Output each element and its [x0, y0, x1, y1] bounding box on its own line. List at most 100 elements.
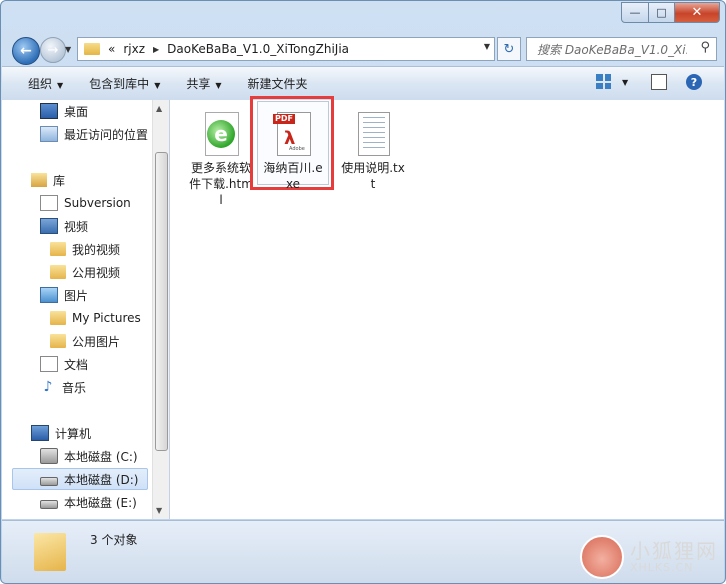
- search-input[interactable]: 搜索 DaoKeBaBa_V1.0_Xi...: [537, 41, 687, 58]
- preview-pane-icon[interactable]: [651, 74, 667, 90]
- desktop-icon: [40, 103, 58, 119]
- folder-icon: [34, 533, 66, 571]
- chevron-down-icon: ▼: [154, 81, 161, 90]
- nav-scrollbar[interactable]: ▲ ▼: [152, 100, 169, 519]
- folder-icon: [50, 334, 66, 348]
- search-box[interactable]: 搜索 DaoKeBaBa_V1.0_Xi... ⚲: [526, 37, 717, 61]
- file-item-exe[interactable]: PDF λ Adobe 海纳百川.exe: [260, 106, 326, 192]
- nav-item-libraries[interactable]: 库: [31, 169, 65, 191]
- navigation-bar: ← → ▼ « rjxz ▶ DaoKeBaBa_V1.0_XiTongZhiJ…: [1, 25, 725, 65]
- breadcrumb-overflow[interactable]: «: [108, 42, 115, 56]
- breadcrumb-rjxz[interactable]: rjxz: [123, 42, 145, 56]
- minimize-button[interactable]: —: [621, 2, 649, 23]
- nav-label: 我的视频: [72, 242, 121, 257]
- chevron-down-icon: ▼: [57, 81, 64, 90]
- forward-button[interactable]: →: [40, 37, 66, 63]
- back-button[interactable]: ←: [12, 37, 40, 65]
- file-name: 更多系统软件下载.html: [189, 161, 253, 207]
- ie-html-icon: e: [203, 112, 239, 156]
- command-bar: 组织 ▼ 包含到库中 ▼ 共享 ▼ 新建文件夹 ▼ ?: [2, 66, 724, 101]
- nav-label: 桌面: [64, 104, 89, 119]
- scroll-up-icon[interactable]: ▲: [156, 104, 162, 113]
- chevron-right-icon[interactable]: ▶: [153, 45, 159, 54]
- pdf-icon: PDF λ Adobe: [273, 112, 311, 156]
- view-options-icon[interactable]: [596, 74, 611, 89]
- folder-icon: [50, 265, 66, 279]
- nav-label: 图片: [64, 288, 89, 303]
- nav-label: 音乐: [62, 380, 87, 395]
- share-menu[interactable]: 共享 ▼: [186, 75, 221, 92]
- watermark-text: 小狐狸网: [630, 539, 718, 563]
- arrow-right-icon: →: [47, 42, 59, 58]
- nav-label: 库: [53, 173, 66, 188]
- nav-item-drive-c[interactable]: 本地磁盘 (C:): [40, 445, 138, 467]
- new-folder-button[interactable]: 新建文件夹: [248, 75, 308, 92]
- file-item-txt[interactable]: 使用说明.txt: [340, 106, 406, 192]
- nav-item-public-videos[interactable]: 公用视频: [50, 261, 120, 283]
- search-icon[interactable]: ⚲: [700, 40, 710, 55]
- nav-item-videos[interactable]: 视频: [40, 215, 88, 237]
- nav-item-subversion[interactable]: Subversion: [40, 192, 131, 214]
- nav-item-music[interactable]: ♪ 音乐: [40, 376, 86, 398]
- nav-label: 本地磁盘 (C:): [64, 449, 138, 464]
- nav-label: Subversion: [64, 196, 131, 210]
- scroll-down-icon[interactable]: ▼: [156, 506, 162, 515]
- maximize-button[interactable]: □: [649, 2, 675, 23]
- view-dropdown-icon[interactable]: ▼: [622, 78, 628, 87]
- nav-item-drive-d[interactable]: 本地磁盘 (D:): [12, 468, 148, 490]
- file-name: 使用说明.txt: [341, 161, 405, 191]
- breadcrumb-current-folder[interactable]: DaoKeBaBa_V1.0_XiTongZhiJia: [167, 42, 349, 56]
- hard-drive-icon: [40, 499, 58, 509]
- history-dropdown-icon[interactable]: ▼: [65, 45, 71, 54]
- close-button[interactable]: ✕: [675, 2, 720, 23]
- recent-places-icon: [40, 126, 58, 142]
- document-library-icon: [40, 356, 58, 372]
- folder-icon: [84, 43, 100, 55]
- fox-logo-icon: [580, 535, 624, 579]
- nav-item-pictures[interactable]: 图片: [40, 284, 88, 306]
- file-item-html[interactable]: e 更多系统软件下载.html: [188, 106, 254, 208]
- organize-menu[interactable]: 组织 ▼: [28, 75, 63, 92]
- file-name: 海纳百川.exe: [263, 161, 323, 191]
- nav-item-recent[interactable]: 最近访问的位置: [40, 123, 148, 145]
- library-icon: [31, 173, 47, 187]
- caption-buttons: — □ ✕: [621, 2, 720, 23]
- help-icon[interactable]: ?: [686, 74, 702, 90]
- nav-item-drive-e[interactable]: 本地磁盘 (E:): [40, 491, 137, 513]
- nav-item-public-pictures[interactable]: 公用图片: [50, 330, 120, 352]
- explorer-window: — □ ✕ ← → ▼ « rjxz ▶ DaoKeBaBa_V1.0_XiTo…: [0, 0, 726, 584]
- watermark-url: XHLKS.CN: [630, 561, 694, 574]
- music-note-icon: ♪: [43, 379, 53, 395]
- nav-item-my-videos[interactable]: 我的视频: [50, 238, 120, 260]
- refresh-icon: ↻: [503, 41, 515, 57]
- nav-label: 最近访问的位置: [64, 127, 149, 142]
- chevron-down-icon: ▼: [215, 81, 222, 90]
- text-file-icon: [355, 112, 391, 156]
- nav-label: 公用图片: [72, 334, 121, 349]
- scrollbar-thumb[interactable]: [155, 152, 168, 451]
- nav-item-computer[interactable]: 计算机: [31, 422, 91, 444]
- nav-item-my-pictures[interactable]: My Pictures: [50, 307, 141, 329]
- include-library-menu[interactable]: 包含到库中 ▼: [89, 75, 160, 92]
- system-drive-icon: [40, 448, 58, 464]
- folder-icon: [50, 311, 66, 325]
- address-dropdown-icon[interactable]: ▼: [484, 42, 490, 51]
- nav-label: 计算机: [55, 426, 92, 441]
- include-library-label: 包含到库中: [89, 77, 150, 91]
- file-list: e 更多系统软件下载.html PDF λ Adobe 海纳百川.exe 使用说明.…: [170, 96, 724, 519]
- arrow-left-icon: ←: [20, 43, 32, 59]
- folder-icon: [50, 242, 66, 256]
- item-count: 3 个对象: [90, 533, 138, 547]
- nav-label: My Pictures: [72, 311, 141, 325]
- refresh-button[interactable]: ↻: [497, 37, 521, 61]
- nav-item-documents[interactable]: 文档: [40, 353, 88, 375]
- details-pane: 3 个对象 小狐狸网 XHLKS.CN: [2, 520, 724, 583]
- share-label: 共享: [186, 77, 211, 91]
- computer-icon: [31, 425, 49, 441]
- nav-label: 视频: [64, 219, 89, 234]
- address-bar[interactable]: « rjxz ▶ DaoKeBaBa_V1.0_XiTongZhiJia ▼: [77, 37, 495, 61]
- nav-item-desktop[interactable]: 桌面: [40, 100, 88, 122]
- nav-label: 本地磁盘 (D:): [64, 472, 139, 487]
- organize-label: 组织: [28, 77, 53, 91]
- video-library-icon: [40, 218, 58, 234]
